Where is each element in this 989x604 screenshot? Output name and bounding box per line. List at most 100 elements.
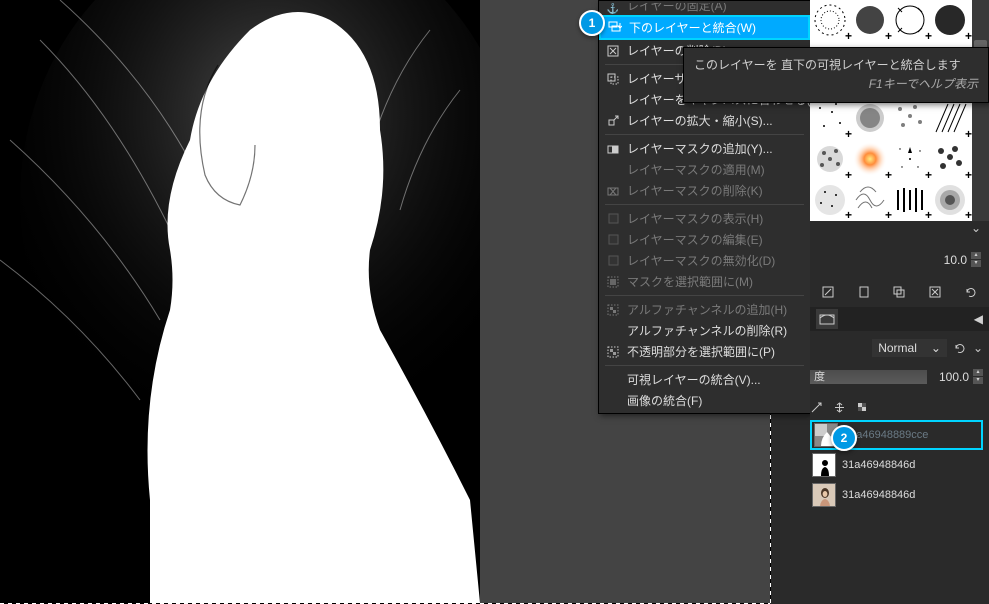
blank-icon [605,393,621,409]
merge-down-icon [607,20,623,36]
tooltip-help-hint: F1キーでヘルプ表示 [694,75,978,94]
layer-thumbnail[interactable] [812,483,836,507]
svg-text:+: + [965,29,972,43]
menu-item-disable-layer-mask: レイヤーマスクの無効化(D) [599,250,810,271]
menu-label: レイヤーマスクの適用(M) [627,161,802,178]
tooltip-text: このレイヤーを 直下の可視レイヤーと統合します [694,56,978,75]
layer-row-2[interactable]: 31a46948846d [810,450,983,480]
lock-alpha-icon[interactable] [856,401,869,414]
menu-item-add-layer-mask[interactable]: レイヤーマスクの追加(Y)... [599,138,810,159]
callout-number: 1 [589,16,596,30]
layer-row-3[interactable]: 31a46948846d [810,480,983,510]
menu-label: レイヤーマスクの無効化(D) [627,252,802,269]
svg-text:+: + [965,208,972,221]
opacity-slider[interactable]: 度 [810,370,927,384]
mask-sel-icon [605,274,621,290]
layer-opacity-row: 度 100.0 ▴▾ [810,365,983,389]
menu-item-edit-layer-mask: レイヤーマスクの編集(E) [599,229,810,250]
menu-label: 画像の統合(F) [627,392,802,409]
layer-thumbnail[interactable] [812,453,836,477]
menu-item-anchor-layer: ⚓ レイヤーの固定(A) [599,3,810,15]
opacity-spinner[interactable]: ▴▾ [973,369,983,385]
checkbox-icon [605,253,621,269]
svg-text:+: + [845,168,852,182]
mask-add-icon [605,141,621,157]
spacing-value: 10.0 [944,253,967,267]
blend-mode-label: Normal [878,341,917,355]
refresh-brush-icon[interactable] [963,284,979,300]
layer-name: 31a46948846d [842,489,981,501]
blank-icon [605,162,621,178]
menu-separator [605,204,804,205]
svg-text:+: + [965,168,972,182]
duplicate-brush-icon[interactable] [891,284,907,300]
svg-text:+: + [845,127,852,141]
panel-collapse-arrow[interactable]: ⌄ [810,221,989,239]
svg-text:+: + [885,168,892,182]
menu-item-merge-down[interactable]: 下のレイヤーと統合(W) [599,15,810,40]
delete-icon [605,43,621,59]
menu-item-apply-layer-mask: レイヤーマスクの適用(M) [599,159,810,180]
menu-item-remove-alpha-channel[interactable]: アルファチャンネルの削除(R) [599,320,810,341]
tab-menu-icon[interactable]: ◀ [974,312,989,326]
menu-item-flatten-image[interactable]: 画像の統合(F) [599,390,810,411]
menu-label: 下のレイヤーと統合(W) [629,19,800,36]
svg-text:+: + [845,208,852,221]
chevron-down-icon[interactable]: ⌄ [973,341,983,355]
checkbox-icon [605,211,621,227]
annotation-callout-1: 1 [579,10,605,36]
svg-text:+: + [885,29,892,43]
menu-separator [605,295,804,296]
scale-icon [605,113,621,129]
chevron-down-icon: ⌄ [931,341,941,355]
menu-separator [605,134,804,135]
resize-icon [605,71,621,87]
menu-label: レイヤーマスクの編集(E) [627,231,802,248]
menu-label: レイヤーの固定(A) [627,3,802,14]
checkbox-icon [605,232,621,248]
lock-pixels-icon[interactable] [810,401,823,414]
delete-brush-icon[interactable] [927,284,943,300]
menu-label: マスクを選択範囲に(M) [627,273,802,290]
mode-reset-icon[interactable] [953,341,967,355]
menu-tooltip: このレイヤーを 直下の可視レイヤーと統合します F1キーでヘルプ表示 [683,47,989,103]
menu-separator [605,365,804,366]
opacity-caption: 度 [814,370,825,384]
menu-item-add-alpha-channel: アルファチャンネルの追加(H) [599,299,810,320]
brush-toolbar [810,279,989,305]
svg-text:+: + [965,127,972,141]
svg-text:+: + [925,208,932,221]
spacing-spinner[interactable]: ▴▾ [971,252,981,268]
alpha-sel-icon [605,344,621,360]
brush-scrollbar[interactable] [972,0,989,221]
blank-icon [605,323,621,339]
menu-label: アルファチャンネルの追加(H) [627,301,802,318]
blend-mode-select[interactable]: Normal ⌄ [872,339,947,357]
layer-name: 31a46948846d [842,459,981,471]
callout-number: 2 [841,431,848,445]
annotation-callout-2: 2 [831,425,857,451]
brush-spacing-row: 10.0 ▴▾ [810,249,985,271]
layer-name: 31a46948889cce [844,429,979,441]
menu-item-merge-visible-layers[interactable]: 可視レイヤーの統合(V)... [599,369,810,390]
canvas-image[interactable] [0,0,480,603]
blank-icon [605,372,621,388]
menu-label: 不透明部分を選択範囲に(P) [627,343,802,360]
menu-label: レイヤーマスクの表示(H) [627,210,802,227]
svg-text:+: + [845,29,852,43]
menu-item-scale-layer[interactable]: レイヤーの拡大・縮小(S)... [599,110,810,131]
lock-position-icon[interactable] [833,401,846,414]
brush-grid[interactable]: ++++ ++ ++++ ++++ [810,0,972,221]
mask-del-icon [605,183,621,199]
menu-label: アルファチャンネルの削除(R) [627,322,802,339]
brush-thumbnails: ++++ ++ ++++ ++++ [810,0,972,221]
menu-item-alpha-to-selection[interactable]: 不透明部分を選択範囲に(P) [599,341,810,362]
menu-label: 可視レイヤーの統合(V)... [627,371,802,388]
layers-tab-icon[interactable] [816,309,838,329]
layers-dock-tabs: ◀ [810,307,989,331]
anchor-icon: ⚓ [605,3,621,15]
menu-label: レイヤーマスクの追加(Y)... [627,140,802,157]
edit-brush-icon[interactable] [820,284,836,300]
opacity-value: 100.0 [931,370,969,384]
new-brush-icon[interactable] [856,284,872,300]
